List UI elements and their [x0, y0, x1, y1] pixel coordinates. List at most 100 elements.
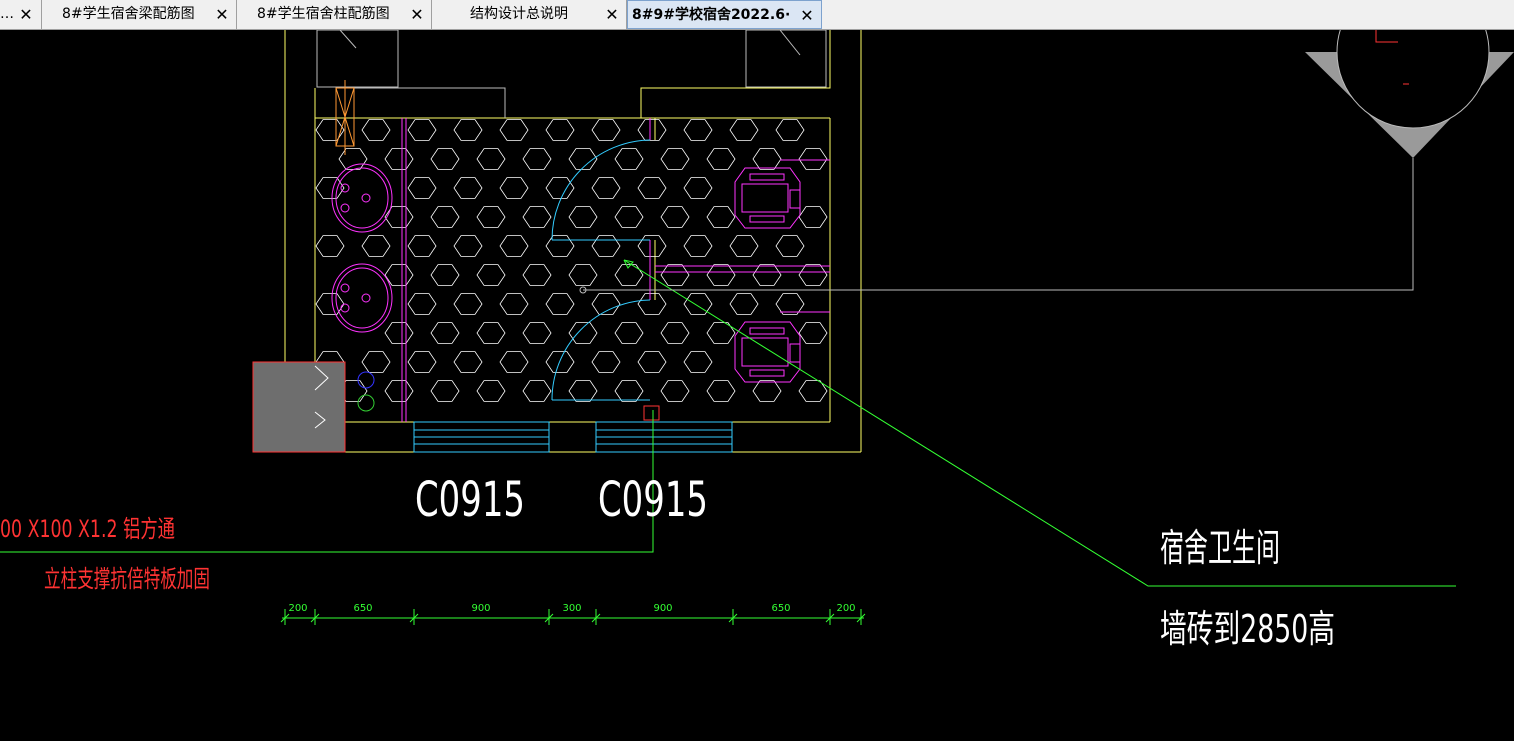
floor-tile [660, 380, 690, 402]
floor-tile [545, 235, 575, 257]
floor-tile [499, 235, 529, 257]
floor-tile [568, 322, 598, 344]
tab-label: 结构设计总说明 [470, 6, 568, 22]
close-icon[interactable]: ✕ [409, 0, 425, 29]
floor-tile [407, 177, 437, 199]
floor-tile [476, 322, 506, 344]
floor-tile [361, 119, 391, 141]
floor-tile [407, 235, 437, 257]
red-note-line2: 立柱支撑抗倍特板加固 [44, 565, 210, 593]
floor-tile [499, 119, 529, 141]
dim-200-left: 200 [288, 603, 307, 614]
floor-tile [545, 293, 575, 315]
close-icon[interactable]: ✕ [214, 0, 230, 29]
floor-tile [798, 206, 828, 228]
floor-tile [660, 264, 690, 286]
floor-tile [430, 148, 460, 170]
floor-tile [315, 293, 345, 315]
floor-tile [430, 206, 460, 228]
floor-tile [660, 206, 690, 228]
floor-tile [453, 177, 483, 199]
document-tab-bar: … ✕ 8#学生宿舍梁配筋图 ✕ 8#学生宿舍柱配筋图 ✕ 结构设计总说明 ✕ … [0, 0, 1514, 30]
floor-tile [683, 293, 713, 315]
floor-tile [775, 293, 805, 315]
door-swings [551, 139, 651, 401]
floor-tile [637, 293, 667, 315]
floor-tile [407, 293, 437, 315]
windows [413, 421, 733, 453]
floor-tile [752, 264, 782, 286]
floor-tile [384, 148, 414, 170]
floor-tile [315, 177, 345, 199]
floor-tile [775, 119, 805, 141]
section-callout-symbol [1305, 30, 1514, 158]
red-note-line1: 00 X100 X1.2 铝方通 [0, 515, 175, 543]
floor-tile [706, 148, 736, 170]
dimension-line: 200 650 900 300 900 650 200 [280, 603, 866, 625]
toilet-fixtures [734, 167, 801, 383]
floor-tile [752, 380, 782, 402]
upper-room-fixtures [316, 30, 827, 118]
floor-tile [798, 264, 828, 286]
close-icon[interactable]: ✕ [18, 0, 34, 29]
tab-structural-notes[interactable]: 结构设计总说明 ✕ [432, 0, 627, 29]
floor-tile [614, 148, 644, 170]
floor-tile [407, 119, 437, 141]
tab-column-reinforcement[interactable]: 8#学生宿舍柱配筋图 ✕ [237, 0, 432, 29]
structural-column [252, 361, 346, 453]
tab-label: 8#学生宿舍梁配筋图 [62, 6, 195, 22]
window-label-right: C0915 [598, 472, 708, 528]
red-marker [643, 405, 660, 421]
floor-tile [453, 235, 483, 257]
floor-tile [568, 206, 598, 228]
floor-tile [545, 177, 575, 199]
floor-tile [591, 351, 621, 373]
floor-tile [453, 351, 483, 373]
floor-tile [430, 264, 460, 286]
tab-label: … [0, 6, 14, 22]
drain-green [357, 394, 375, 412]
floor-tile [798, 322, 828, 344]
floor-tile [361, 351, 391, 373]
close-icon[interactable]: ✕ [604, 0, 620, 29]
walls [284, 30, 862, 453]
floor-tile [407, 351, 437, 373]
tab-beam-reinforcement[interactable]: 8#学生宿舍梁配筋图 ✕ [42, 0, 237, 29]
floor-tile [775, 235, 805, 257]
wall-tile-note: 墙砖到2850高 [1160, 607, 1335, 651]
floor-tile [706, 264, 736, 286]
floor-tile [476, 206, 506, 228]
dim-650-left: 650 [353, 603, 372, 614]
window-label-left: C0915 [415, 472, 525, 528]
floor-tile [729, 293, 759, 315]
dim-200-right: 200 [836, 603, 855, 614]
floor-tile [476, 264, 506, 286]
floor-tile [499, 351, 529, 373]
callout-leader [583, 158, 1414, 291]
floor-tile [614, 264, 644, 286]
floor-tile [568, 264, 598, 286]
floor-tile [315, 119, 345, 141]
dim-650-right: 650 [771, 603, 790, 614]
floor-tile [683, 177, 713, 199]
floor-tile [591, 235, 621, 257]
floor-tile [637, 235, 667, 257]
tab-overflow[interactable]: … ✕ [0, 0, 42, 29]
floor-tile [338, 148, 368, 170]
drain-blue [357, 371, 375, 389]
floor-tile [798, 148, 828, 170]
floor-tile [476, 380, 506, 402]
floor-tile [660, 322, 690, 344]
floor-tile [729, 119, 759, 141]
floor-tile [683, 351, 713, 373]
floor-tile [384, 380, 414, 402]
floor-tile [683, 119, 713, 141]
close-icon[interactable]: ✕ [799, 1, 815, 30]
tab-label: 8#9#学校宿舍2022.6· [632, 7, 791, 23]
floor-tile [637, 351, 667, 373]
tab-dormitory-drawing[interactable]: 8#9#学校宿舍2022.6· ✕ [627, 0, 822, 29]
floor-tile [499, 177, 529, 199]
cad-drawing-canvas[interactable]: C0915 C0915 00 X100 X1.2 铝方通 立柱支撑抗倍特板加固 … [0, 30, 1514, 741]
floor-tile [522, 206, 552, 228]
floor-tile [476, 148, 506, 170]
